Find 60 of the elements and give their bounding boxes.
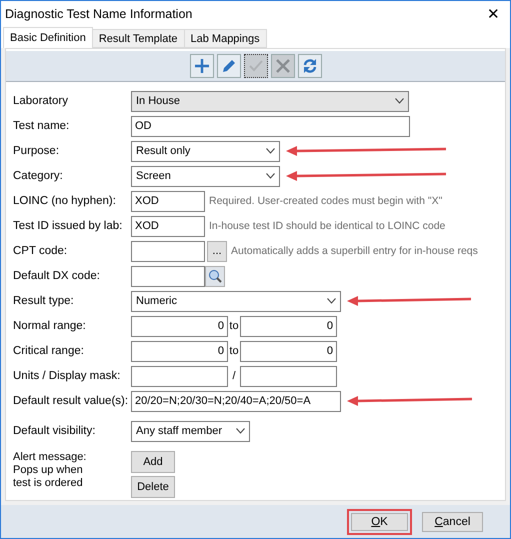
- units-field[interactable]: [131, 366, 228, 386]
- hint-text: Required. User-created codes must begin with "X": [209, 195, 442, 207]
- dropdown[interactable]: Numeric: [131, 290, 341, 312]
- field-label: Test ID issued by lab:: [13, 220, 124, 232]
- dropdown[interactable]: Result only: [131, 140, 280, 162]
- text-field[interactable]: [131, 240, 205, 262]
- alert-button[interactable]: Add: [131, 451, 175, 473]
- field-label: Default visibility:: [13, 425, 96, 437]
- browse-button[interactable]: ...: [207, 240, 227, 262]
- number-field[interactable]: 0: [240, 316, 337, 336]
- dropdown[interactable]: Any staff member: [131, 420, 250, 442]
- alert-button[interactable]: Delete: [131, 476, 175, 498]
- field-label: LOINC (no hyphen):: [13, 195, 117, 207]
- hint-text: In-house test ID should be identical to LOINC code: [209, 220, 446, 232]
- field-label: CPT code:: [13, 245, 68, 257]
- hint-text: Automatically adds a superbill entry for in-house reqs: [231, 245, 478, 257]
- range-separator: to: [228, 320, 240, 332]
- text-field[interactable]: XOD: [131, 190, 205, 212]
- text-field[interactable]: OD: [131, 116, 410, 136]
- dialog-button[interactable]: OK: [347, 508, 412, 534]
- lookup-button[interactable]: [205, 266, 225, 286]
- number-field[interactable]: 0: [240, 340, 337, 362]
- close-icon: [274, 58, 290, 74]
- field-label: Default DX code:: [13, 270, 101, 282]
- chevron-icon: [266, 148, 275, 154]
- text-field[interactable]: XOD: [131, 216, 205, 236]
- field-label: Critical range:: [13, 345, 85, 357]
- magnifier-icon: [208, 269, 222, 283]
- plus-icon: [194, 58, 210, 74]
- alert-label: Alert message: Pops up when test is ordered: [13, 451, 88, 491]
- pencil-icon: [220, 58, 236, 74]
- field-label: Laboratory: [13, 95, 69, 107]
- chevron-icon: [236, 428, 245, 434]
- chevron-icon: [327, 298, 336, 304]
- text-field[interactable]: 20/20=N;20/30=N;20/40=A;20/50=A: [131, 390, 341, 412]
- refresh-icon: [302, 58, 318, 74]
- mask-field[interactable]: [240, 366, 337, 386]
- field-label: Category:: [13, 170, 64, 182]
- field-label: Default result value(s):: [13, 395, 130, 407]
- units-separator: /: [231, 370, 237, 382]
- chevron-icon: [266, 173, 275, 179]
- dropdown[interactable]: In House: [131, 90, 409, 112]
- field-label: Purpose:: [13, 145, 60, 157]
- close-button[interactable]: ✕: [487, 4, 500, 22]
- field-label: Test name:: [13, 120, 70, 132]
- text-field[interactable]: [131, 266, 205, 286]
- chevron-icon: [395, 98, 404, 104]
- dialog-button[interactable]: Cancel: [422, 512, 483, 532]
- tab[interactable]: Lab Mappings: [184, 29, 267, 48]
- field-label: Units / Display mask:: [13, 370, 122, 382]
- tab[interactable]: Basic Definition: [3, 27, 93, 48]
- dropdown[interactable]: Screen: [131, 166, 280, 186]
- tab[interactable]: Result Template: [92, 29, 184, 48]
- field-label: Result type:: [13, 295, 75, 307]
- number-field[interactable]: 0: [131, 316, 228, 336]
- field-label: Normal range:: [13, 320, 87, 332]
- checkmark-icon: [248, 58, 264, 74]
- number-field[interactable]: 0: [131, 340, 228, 362]
- range-separator: to: [228, 345, 240, 357]
- window-title: Diagnostic Test Name Information: [5, 6, 192, 20]
